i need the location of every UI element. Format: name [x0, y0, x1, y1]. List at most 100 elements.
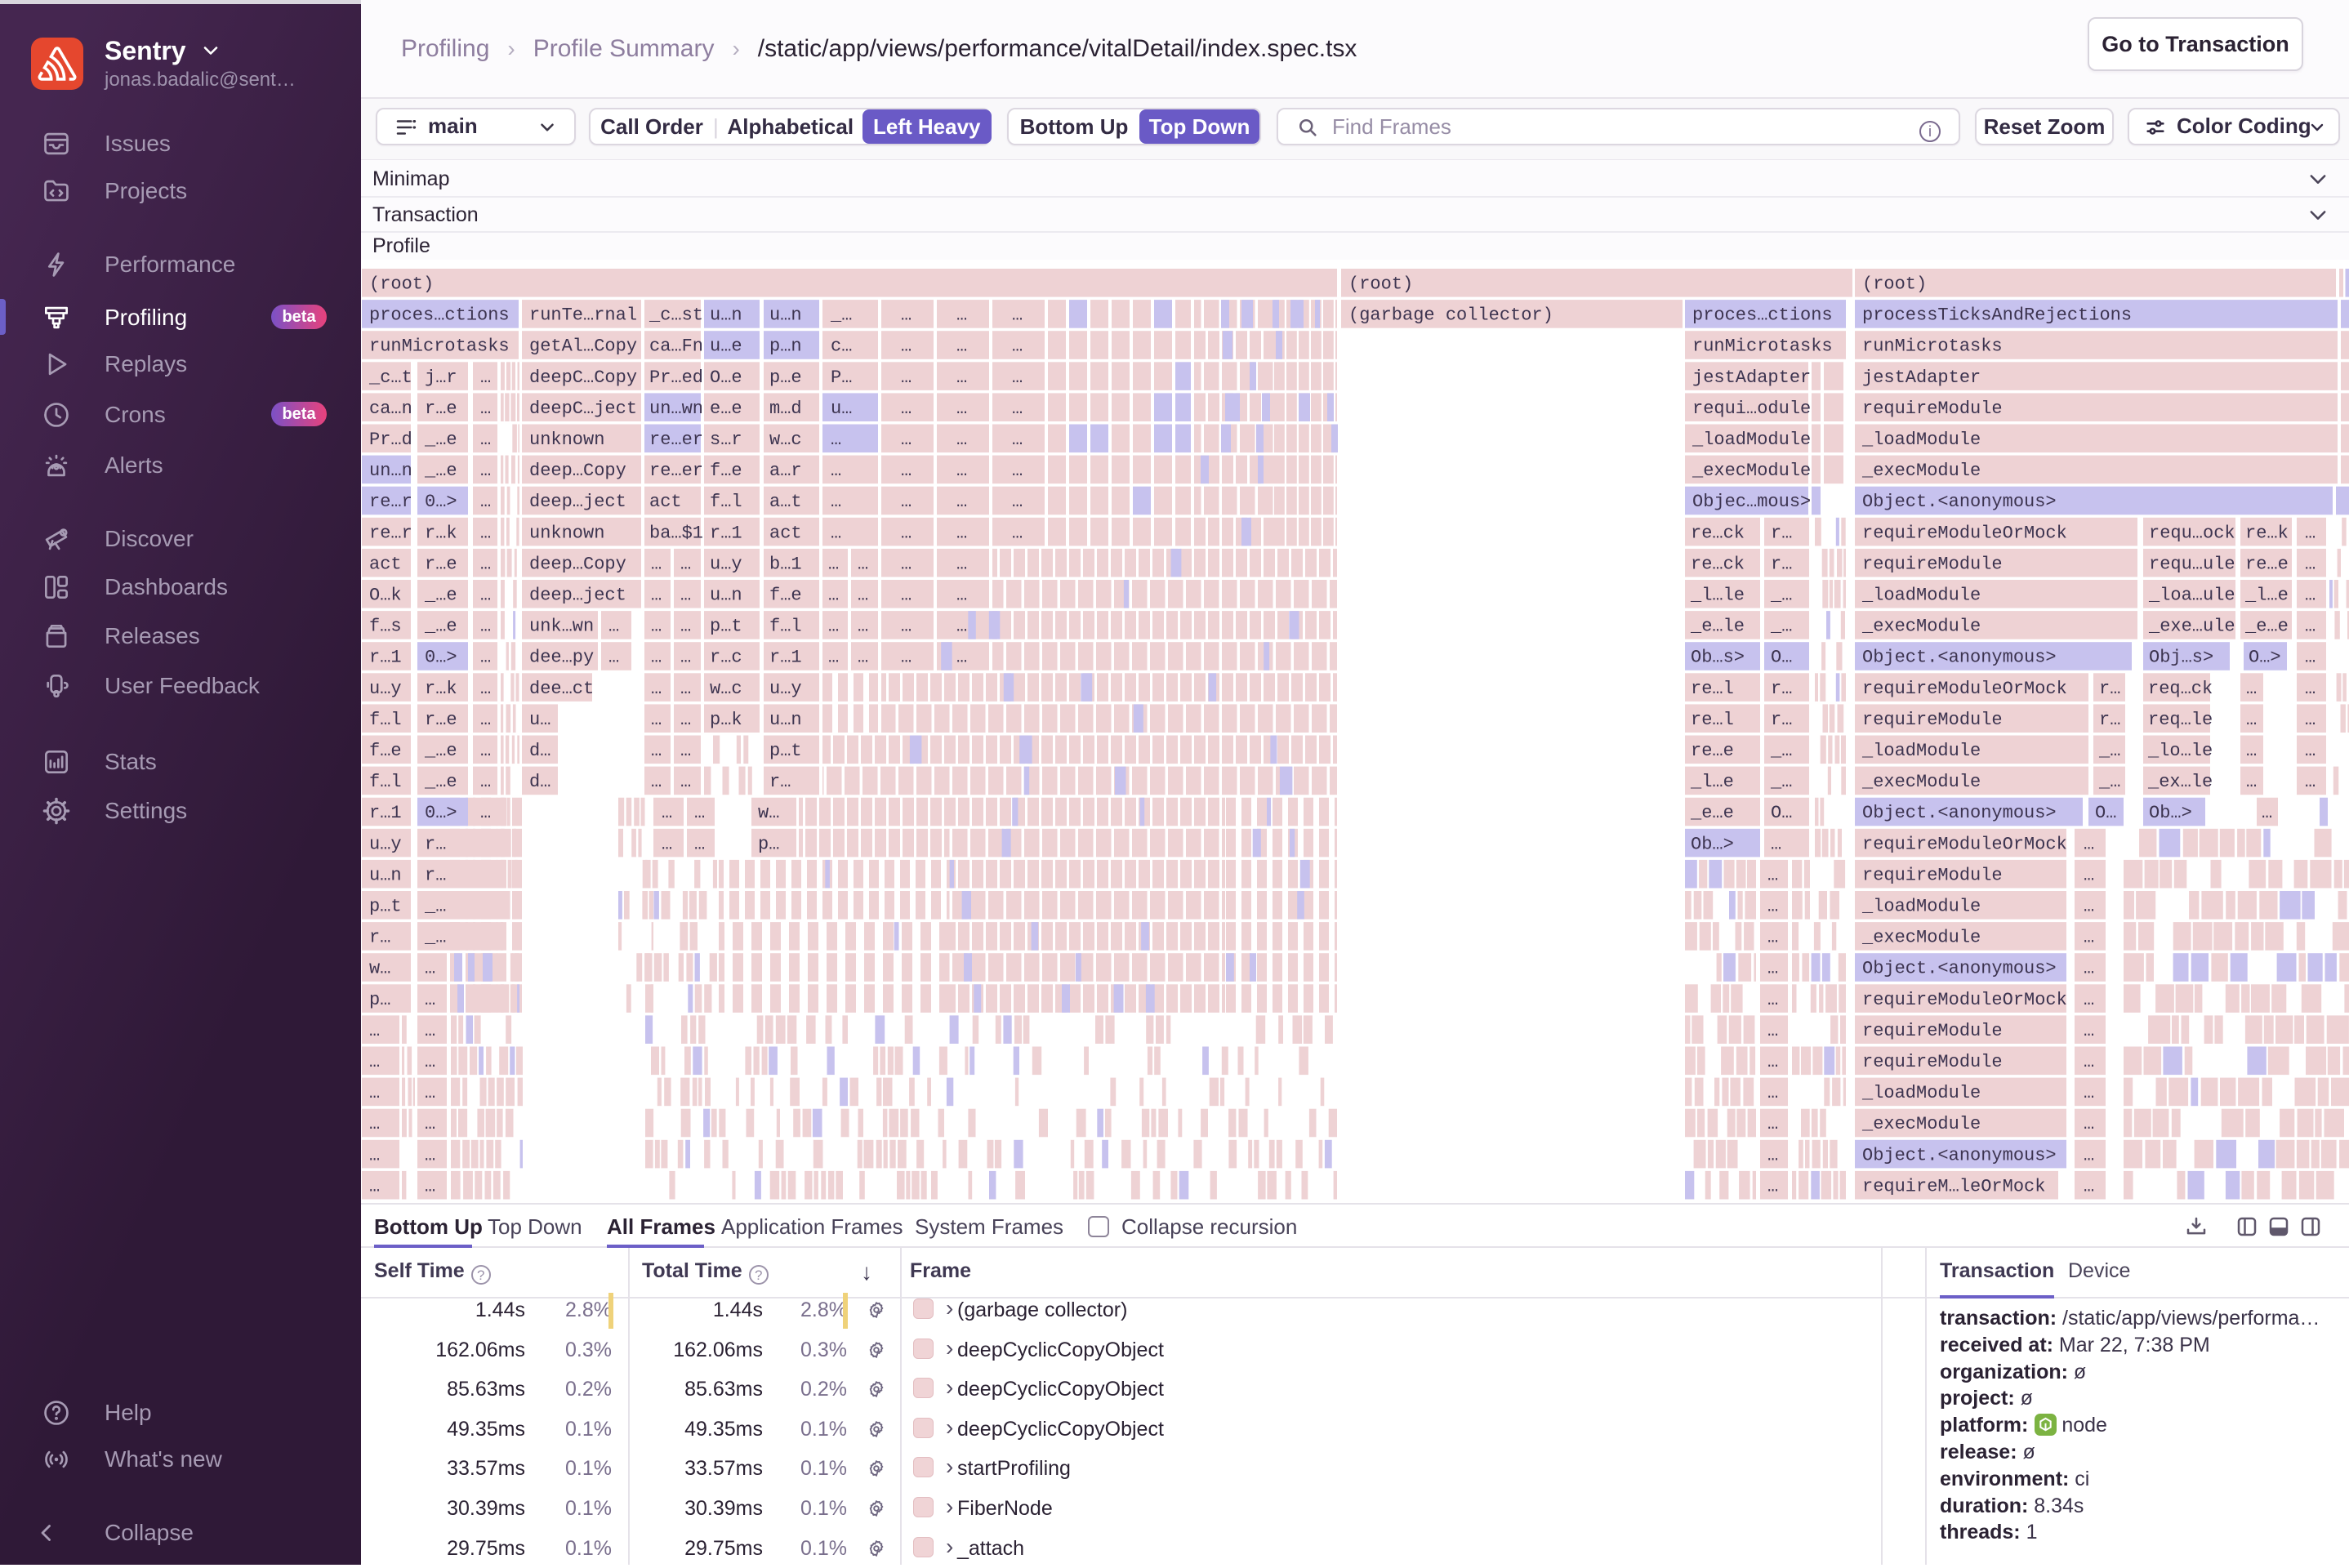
svg-text:req…le: req…le — [2148, 710, 2213, 730]
svg-text:…: … — [369, 1052, 380, 1072]
svg-text:O…: O… — [2095, 803, 2116, 823]
svg-text:f…l: f…l — [369, 772, 402, 792]
svg-text:…: … — [2305, 648, 2316, 668]
svg-text:P…: P… — [831, 368, 852, 388]
svg-text:requ…ule: requ…ule — [2149, 554, 2235, 574]
svg-text:…: … — [828, 648, 839, 668]
svg-text:…: … — [2305, 741, 2316, 761]
svg-text:deepC…Copy: deepC…Copy — [529, 368, 637, 388]
svg-text:…: … — [680, 710, 691, 730]
svg-text:…: … — [956, 617, 967, 637]
svg-text:_execModule: _execModule — [1861, 772, 1981, 792]
svg-text:_loadModule: _loadModule — [1861, 586, 1981, 606]
svg-text:r…: r… — [1771, 523, 1792, 543]
svg-text:unk…wn: unk…wn — [529, 617, 594, 637]
svg-text:jestAdapter: jestAdapter — [1862, 368, 1981, 388]
svg-text:c…: c… — [831, 336, 852, 357]
svg-text:f…e: f…e — [769, 586, 802, 606]
svg-text:…: … — [662, 803, 672, 823]
svg-text:…: … — [1767, 1021, 1778, 1041]
svg-text:ca…n: ca…n — [369, 399, 412, 419]
svg-text:_execModule: _execModule — [1692, 461, 1811, 481]
svg-text:…: … — [1767, 1052, 1778, 1072]
svg-text:…: … — [651, 741, 662, 761]
svg-text:…: … — [425, 990, 435, 1010]
svg-text:u…: u… — [529, 710, 550, 730]
svg-text:…: … — [480, 679, 491, 699]
svg-text:requireModule: requireModule — [1862, 710, 2003, 730]
svg-text:…: … — [2084, 1083, 2094, 1103]
svg-text:…: … — [2084, 990, 2094, 1010]
svg-text:Object.<anonymous>: Object.<anonymous> — [1862, 959, 2057, 979]
svg-text:requireModule: requireModule — [1862, 554, 2003, 574]
svg-text:u…n: u…n — [769, 710, 802, 730]
svg-text:…: … — [1771, 834, 1781, 854]
svg-text:…: … — [901, 617, 912, 637]
svg-text:…: … — [901, 461, 912, 481]
svg-text:re…ck: re…ck — [1691, 554, 1745, 574]
svg-text:_ex…le: _ex…le — [2147, 772, 2213, 792]
svg-text:r…: r… — [1771, 710, 1792, 730]
svg-text:_…: _… — [2098, 772, 2120, 792]
svg-text:requireModuleOrMock: requireModuleOrMock — [1862, 990, 2067, 1010]
svg-text:unknown: unknown — [529, 430, 604, 450]
svg-text:…: … — [662, 834, 672, 854]
svg-text:…: … — [369, 1145, 380, 1165]
svg-text:act: act — [649, 492, 682, 512]
svg-text:f…e: f…e — [369, 741, 402, 761]
svg-text:s…r: s…r — [710, 430, 742, 450]
svg-text:O…: O… — [1771, 803, 1792, 823]
svg-text:O…e: O…e — [710, 368, 742, 388]
svg-text:u…n: u…n — [710, 586, 742, 606]
svg-text:re…r: re…r — [369, 523, 412, 543]
svg-text:…: … — [480, 617, 491, 637]
svg-text:…: … — [2084, 1052, 2094, 1072]
svg-text:…: … — [480, 399, 491, 419]
svg-text:…: … — [2084, 865, 2094, 885]
svg-text:d…: d… — [529, 772, 550, 792]
svg-text:…: … — [831, 461, 841, 481]
svg-text:Ob…s>: Ob…s> — [1691, 648, 1745, 668]
svg-text:_…e: _…e — [424, 772, 457, 792]
svg-text:O…k: O…k — [369, 586, 402, 606]
svg-text:…: … — [1767, 865, 1778, 885]
svg-text:r…: r… — [2099, 679, 2120, 699]
svg-text:…: … — [901, 492, 912, 512]
svg-text:…: … — [2084, 897, 2094, 917]
svg-text:p…n: p…n — [769, 336, 802, 357]
svg-text:…: … — [2305, 679, 2316, 699]
svg-text:un…wn: un…wn — [649, 399, 703, 419]
svg-text:r…: r… — [425, 834, 446, 854]
svg-text:u…n: u…n — [769, 305, 802, 326]
svg-text:requi…odule: requi…odule — [1692, 399, 1811, 419]
svg-text:r…1: r…1 — [710, 523, 742, 543]
svg-text:Obj…s>: Obj…s> — [2149, 648, 2213, 668]
svg-text:deep…ject: deep…ject — [529, 586, 626, 606]
svg-text:r…k: r…k — [425, 679, 457, 699]
svg-text:requireModule: requireModule — [1862, 1021, 2003, 1041]
svg-text:…: … — [480, 586, 491, 606]
svg-text:…: … — [480, 492, 491, 512]
svg-text:j…r: j…r — [425, 368, 457, 388]
svg-text:…: … — [1012, 430, 1023, 450]
svg-text:…: … — [2305, 586, 2316, 606]
svg-text:…: … — [1012, 492, 1023, 512]
svg-text:…: … — [1012, 523, 1023, 543]
svg-text:…: … — [831, 430, 841, 450]
svg-text:…: … — [1767, 1145, 1778, 1165]
svg-text:re…r: re…r — [369, 492, 412, 512]
svg-text:…: … — [480, 461, 491, 481]
svg-text:…: … — [828, 586, 839, 606]
svg-text:…: … — [425, 959, 435, 979]
svg-text:f…l: f…l — [769, 617, 802, 637]
svg-text:_execModule: _execModule — [1861, 461, 1981, 481]
svg-text:_…e: _…e — [424, 586, 457, 606]
svg-text:…: … — [425, 1176, 435, 1196]
svg-text:act: act — [369, 554, 402, 574]
svg-text:p…t: p…t — [710, 617, 742, 637]
svg-text:deepC…ject: deepC…ject — [529, 399, 637, 419]
svg-text:deep…ject: deep…ject — [529, 492, 626, 512]
svg-text:requireModuleOrMock: requireModuleOrMock — [1862, 679, 2067, 699]
svg-text:_…: _… — [424, 897, 446, 917]
svg-text:a…t: a…t — [769, 492, 802, 512]
